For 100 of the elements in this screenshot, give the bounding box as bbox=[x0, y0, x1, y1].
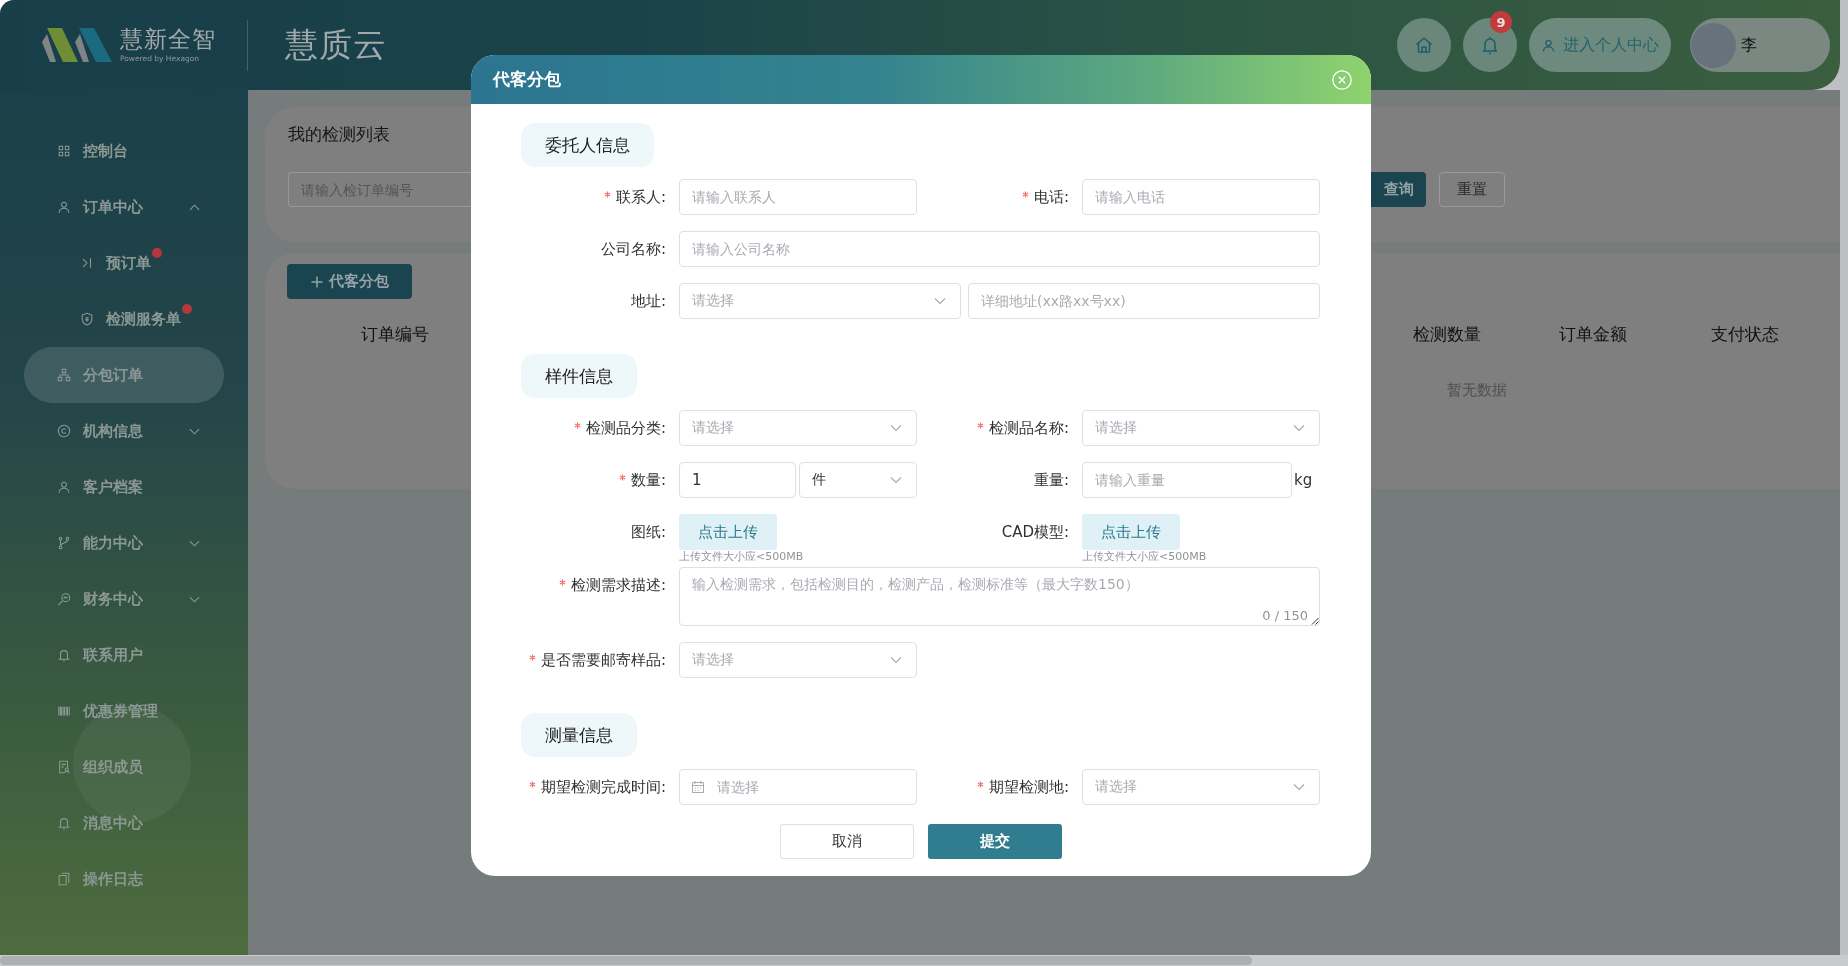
logo-text: 慧新全智 bbox=[120, 26, 216, 52]
chevron-down-icon bbox=[890, 474, 902, 486]
field-label: 公司名称: bbox=[600, 239, 666, 259]
arrow-to-bar-icon bbox=[80, 256, 94, 270]
input-field[interactable]: 请输入公司名称 bbox=[679, 231, 1320, 267]
nav-item[interactable]: 财务中心 bbox=[24, 571, 224, 627]
user-icon bbox=[1541, 37, 1556, 53]
chevron-down-icon bbox=[890, 422, 902, 434]
add-button[interactable]: 代客分包 bbox=[287, 264, 412, 299]
field-label: 地址: bbox=[630, 291, 666, 311]
section-title: 委托人信息 bbox=[521, 123, 654, 167]
submit-button[interactable]: 提交 bbox=[928, 824, 1062, 859]
select-field[interactable]: 请选择 bbox=[1082, 769, 1320, 805]
field-label: 数量: bbox=[630, 470, 666, 490]
document-user-icon bbox=[57, 760, 71, 774]
close-icon bbox=[1332, 69, 1352, 90]
field-label: 检测品名称: bbox=[988, 418, 1069, 438]
query-button[interactable]: 查询 bbox=[1371, 172, 1426, 207]
select-field[interactable]: 请选择 bbox=[679, 410, 917, 446]
cancel-button[interactable]: 取消 bbox=[780, 824, 914, 859]
plus-icon bbox=[310, 275, 323, 288]
input-field[interactable]: 请输入联系人 bbox=[679, 179, 917, 215]
upload-hint: 上传文件大小应<500MB bbox=[1082, 550, 1207, 563]
upload-button[interactable]: 点击上传 bbox=[1082, 514, 1180, 550]
nav-item[interactable]: 组织成员 bbox=[24, 739, 224, 795]
home-button[interactable] bbox=[1397, 18, 1451, 72]
nav-item[interactable]: 优惠券管理 bbox=[24, 683, 224, 739]
grid-icon bbox=[57, 144, 71, 158]
column-header: 订单金额 bbox=[1558, 322, 1628, 346]
chevron-down-icon bbox=[934, 295, 946, 307]
avatar-photo bbox=[1691, 22, 1736, 68]
vertical-scrollbar[interactable] bbox=[1840, 0, 1848, 955]
field-label: 重量: bbox=[1033, 470, 1069, 490]
notification-badge: 9 bbox=[1490, 11, 1512, 33]
scrollbar-thumb[interactable] bbox=[0, 956, 1252, 965]
number-field[interactable]: 1 bbox=[679, 462, 796, 498]
input-field[interactable]: 请输入重量 bbox=[1082, 462, 1292, 498]
nav-item[interactable]: 订单中心 bbox=[24, 179, 224, 235]
calendar-icon bbox=[691, 780, 705, 794]
copyright-icon bbox=[57, 424, 71, 438]
bell-icon bbox=[57, 816, 71, 830]
nav-item[interactable]: 操作日志 bbox=[24, 851, 224, 907]
nav-item[interactable]: 预订单 bbox=[24, 235, 224, 291]
field-label: CAD模型: bbox=[1001, 522, 1069, 542]
logo-icon bbox=[42, 28, 112, 62]
date-field[interactable]: 请选择 bbox=[679, 769, 917, 805]
unit-label: kg bbox=[1294, 471, 1313, 489]
nav-item[interactable]: 控制台 bbox=[24, 123, 224, 179]
field-label: 期望检测地: bbox=[988, 777, 1069, 797]
column-header: 支付状态 bbox=[1710, 322, 1780, 346]
close-button[interactable] bbox=[1332, 69, 1352, 90]
profile-link[interactable]: 进入个人中心 bbox=[1529, 18, 1671, 72]
sitemap-icon bbox=[57, 368, 71, 382]
barcode-icon bbox=[57, 704, 71, 718]
input-field[interactable]: 请输入电话 bbox=[1082, 179, 1320, 215]
card-title: 我的检测列表 bbox=[288, 124, 390, 144]
nav-item[interactable]: 消息中心 bbox=[24, 795, 224, 851]
field-label: 检测需求描述: bbox=[570, 575, 666, 595]
magnifier-icon bbox=[57, 592, 71, 606]
char-counter: 0 / 150 bbox=[1262, 608, 1308, 623]
nav-item[interactable]: 机构信息 bbox=[24, 403, 224, 459]
field-label: 检测品分类: bbox=[585, 418, 666, 438]
shield-icon bbox=[80, 312, 94, 326]
column-header: 订单编号 bbox=[359, 322, 430, 346]
dialog-title: 代客分包 bbox=[493, 68, 561, 91]
horizontal-scrollbar[interactable] bbox=[0, 955, 1848, 966]
app-title: 慧质云 bbox=[285, 23, 387, 66]
section-title: 样件信息 bbox=[521, 354, 637, 398]
nav-item[interactable]: 联系用户 bbox=[24, 627, 224, 683]
section-title: 测量信息 bbox=[521, 713, 637, 757]
nav-item[interactable]: 检测服务单 bbox=[24, 291, 224, 347]
bell-icon bbox=[1480, 35, 1500, 55]
nav-item[interactable]: 能力中心 bbox=[24, 515, 224, 571]
field-label: 联系人: bbox=[615, 187, 666, 207]
user-icon bbox=[57, 480, 71, 494]
resize-handle-icon bbox=[1311, 617, 1319, 625]
chevron-down-icon bbox=[890, 654, 902, 666]
select-field[interactable]: 件 bbox=[799, 462, 917, 498]
bell-icon bbox=[57, 648, 71, 662]
reset-button[interactable]: 重置 bbox=[1439, 172, 1505, 207]
home-icon bbox=[1414, 35, 1434, 55]
field-label: 图纸: bbox=[630, 522, 666, 542]
nav-item[interactable]: 分包订单 bbox=[24, 347, 224, 403]
user-menu[interactable]: 李 bbox=[1690, 18, 1830, 72]
input-field[interactable]: 详细地址(xx路xx号xx) bbox=[968, 283, 1320, 319]
select-field[interactable]: 请选择 bbox=[679, 283, 961, 319]
column-header: 检测数量 bbox=[1412, 322, 1482, 346]
select-field[interactable]: 请选择 bbox=[679, 642, 917, 678]
upload-hint: 上传文件大小应<500MB bbox=[679, 550, 804, 563]
branch-icon bbox=[57, 536, 71, 550]
documents-icon bbox=[57, 872, 71, 886]
field-label: 期望检测完成时间: bbox=[540, 777, 666, 797]
notification-button[interactable] bbox=[1463, 18, 1517, 72]
field-label: 是否需要邮寄样品: bbox=[540, 650, 666, 670]
user-icon bbox=[57, 200, 71, 214]
field-label: 电话: bbox=[1033, 187, 1069, 207]
chevron-down-icon bbox=[1293, 422, 1305, 434]
upload-button[interactable]: 点击上传 bbox=[679, 514, 777, 550]
select-field[interactable]: 请选择 bbox=[1082, 410, 1320, 446]
nav-item[interactable]: 客户档案 bbox=[24, 459, 224, 515]
